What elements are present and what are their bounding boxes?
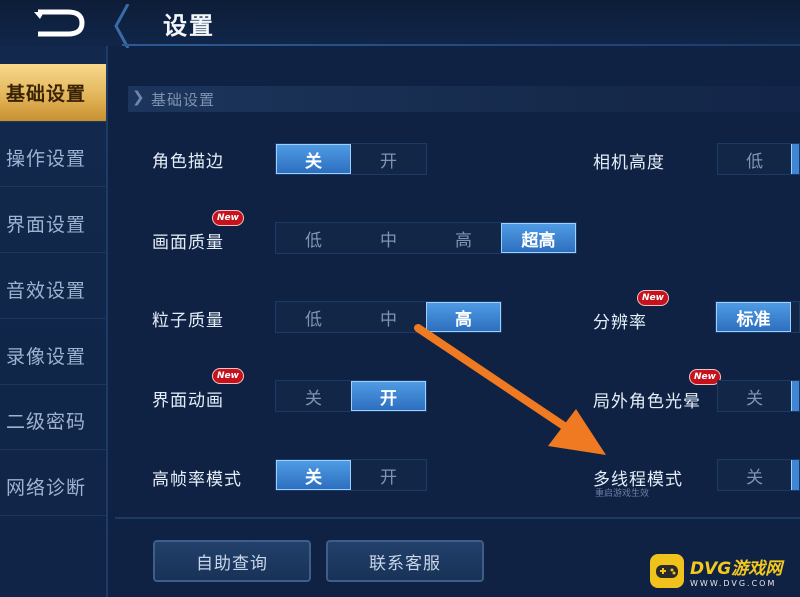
setting-label-particle: 粒子质量	[152, 311, 224, 331]
new-badge: New	[212, 368, 244, 384]
selected-edge	[791, 460, 799, 490]
back-button[interactable]	[28, 6, 90, 40]
selector-camera-height: 低	[717, 143, 800, 175]
option-medium[interactable]: 中	[351, 223, 426, 253]
option-on[interactable]: 开	[351, 144, 426, 174]
option-ultra[interactable]: 超高	[501, 223, 576, 253]
selector-quality: 低 中 高 超高	[275, 222, 577, 254]
sidebar-item-replay[interactable]: 录像设置	[0, 327, 106, 385]
sidebar-item-interface[interactable]: 界面设置	[0, 195, 106, 253]
back-arrow-icon	[34, 9, 85, 37]
toggle-ui-animation: 关 开	[275, 380, 427, 412]
toggle-outline: 关 开	[275, 143, 427, 175]
watermark: DVG游戏网 WWW.DVG.COM	[650, 548, 800, 594]
setting-label-camera-height: 相机高度	[593, 153, 665, 173]
sidebar-item-label: 操作设置	[6, 148, 87, 170]
option-off[interactable]: 关	[718, 381, 791, 411]
toggle-outside-glow: 关	[717, 380, 800, 412]
option-low[interactable]: 低	[718, 144, 791, 174]
setting-label-quality: 画面质量	[152, 233, 224, 253]
option-on[interactable]: 开	[351, 460, 426, 490]
page-title: 设置	[163, 12, 215, 40]
sidebar-item-label: 界面设置	[6, 214, 87, 236]
sidebar-item-label: 二级密码	[6, 411, 87, 433]
watermark-url: WWW.DVG.COM	[690, 579, 777, 588]
setting-label-outline: 角色描边	[152, 152, 224, 172]
self-help-button[interactable]: 自助查询	[153, 540, 311, 582]
sidebar-item-label: 音效设置	[6, 280, 87, 302]
option-off[interactable]: 关	[276, 144, 351, 174]
sidebar-item-basic[interactable]: 基础设置	[0, 64, 106, 122]
toggle-multithread: 关	[717, 459, 800, 491]
setting-label-outside-glow: 局外角色光晕	[593, 392, 701, 412]
watermark-name: DVG游戏网	[690, 559, 783, 579]
sidebar-item-label: 网络诊断	[6, 477, 87, 499]
sidebar-item-label: 基础设置	[6, 83, 87, 105]
selector-particle: 低 中 高	[275, 301, 502, 333]
chevron-right-icon: ❯	[132, 88, 145, 106]
option-on[interactable]: 开	[351, 381, 426, 411]
option-medium[interactable]: 中	[351, 302, 426, 332]
header-divider-line	[122, 44, 800, 46]
contact-service-button[interactable]: 联系客服	[326, 540, 484, 582]
sidebar-item-label: 录像设置	[6, 346, 87, 368]
selector-resolution: 标准	[715, 301, 800, 333]
option-high[interactable]: 高	[426, 223, 501, 253]
option-high[interactable]: 高	[426, 302, 501, 332]
setting-label-high-fps: 高帧率模式	[152, 470, 242, 490]
setting-sublabel-multithread: 重启游戏生效	[595, 489, 650, 499]
option-standard[interactable]: 标准	[716, 302, 791, 332]
gamepad-icon	[650, 554, 684, 588]
bottom-divider	[115, 517, 800, 519]
option-off[interactable]: 关	[718, 460, 791, 490]
toggle-high-fps: 关 开	[275, 459, 427, 491]
selected-edge	[791, 144, 799, 174]
section-title: 基础设置	[151, 91, 216, 109]
sidebar-item-sound[interactable]: 音效设置	[0, 261, 106, 319]
option-off[interactable]: 关	[276, 460, 351, 490]
option-off[interactable]: 关	[276, 381, 351, 411]
section-header	[128, 86, 800, 112]
header-divider-icon	[114, 4, 130, 48]
sidebar-item-controls[interactable]: 操作设置	[0, 129, 106, 187]
option-low[interactable]: 低	[276, 223, 351, 253]
setting-label-resolution: 分辨率	[593, 313, 647, 333]
sidebar-item-secondary-password[interactable]: 二级密码	[0, 392, 106, 450]
setting-label-ui-animation: 界面动画	[152, 391, 224, 411]
new-badge: New	[212, 210, 244, 226]
sidebar-item-network[interactable]: 网络诊断	[0, 458, 106, 516]
selected-edge	[791, 381, 799, 411]
option-low[interactable]: 低	[276, 302, 351, 332]
new-badge: New	[637, 290, 669, 306]
